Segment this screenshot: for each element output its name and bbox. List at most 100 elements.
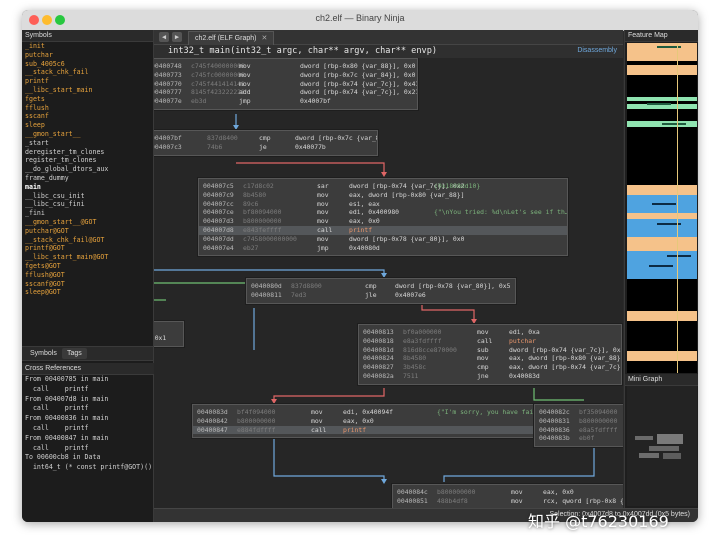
symbol-item[interactable]: frame_dummy	[22, 174, 153, 183]
forward-button[interactable]: ▶	[172, 32, 182, 42]
instruction-line[interactable]: 004007ce bf80094000 mov edi, 0x400980 {"\nYo…	[199, 208, 567, 217]
instruction-operands[interactable]: dword [rbp-0x80 {var_88}], 0x0	[300, 62, 415, 71]
symbol-item[interactable]: __libc_csu_fini	[22, 200, 153, 209]
symbols-list[interactable]: _init putchar sub_4005c6 __stack_chk_fail pr…	[22, 42, 153, 342]
tab-symbols[interactable]: Symbols	[25, 348, 62, 359]
instruction-line[interactable]: 004007c3 74b6 je 0x40077b	[154, 143, 377, 152]
instruction-line[interactable]: 004007bf 837d8400 cmp dword [rbp-0x7c {var_…	[154, 134, 377, 143]
instruction-line[interactable]: 0040080d 837d8800 cmp dword [rbp-0x78 {var_…	[247, 282, 515, 291]
instruction-operands[interactable]: putchar	[509, 337, 536, 346]
basic-block-b7[interactable]: 0040082cbf35094000movedi, 0x400935004008…	[534, 404, 623, 448]
symbol-item[interactable]: register_tm_clones	[22, 156, 153, 165]
tab-ch2-elf-graph[interactable]: ch2.elf (ELF Graph) ✕	[188, 31, 275, 45]
basic-block-b5[interactable]: 00400813 bf0a000000 mov edi, 0xa 00400818 e8a…	[358, 324, 622, 385]
symbol-item[interactable]: _fini	[22, 209, 153, 218]
instruction-line[interactable]: 0040082a 7511 jne 0x40083d	[359, 372, 621, 381]
instruction-operands[interactable]: edi, 0x40094f	[343, 408, 393, 417]
instruction-line[interactable]: 004007d3 b800000000 mov eax, 0x0	[199, 217, 567, 226]
symbol-item[interactable]: _start	[22, 139, 153, 148]
instruction-operands[interactable]: dword [rbp-0x74 {var_7c}], 0x21223380	[300, 88, 417, 97]
xref-item[interactable]: To 00600cb8 in Data	[22, 453, 153, 463]
instruction-line[interactable]: 00400827 3b458c cmp eax, dword [rbp-0x74 {v…	[359, 363, 621, 372]
instruction-operands[interactable]: eax, 0x0	[543, 488, 574, 497]
symbol-item[interactable]: putchar	[22, 51, 153, 60]
basic-block-b3[interactable]: 004007c5 c17d8c02 sar dword [rbp-0x74 {var_…	[198, 178, 568, 257]
instruction-operands[interactable]: edi, 0x400980	[349, 208, 399, 217]
instruction-line[interactable]: 00400813 bf0a000000 mov edi, 0xa	[359, 328, 621, 337]
instruction-operands[interactable]: 0x4007bf	[300, 97, 331, 106]
instruction-operands[interactable]: rcx, qword [rbp-0x8 {var_10}]	[543, 497, 623, 506]
instruction-operands[interactable]: 0x40080d	[349, 244, 380, 253]
cross-references-list[interactable]: From 00400785 in main call printf From 00…	[22, 375, 153, 515]
instruction-line[interactable]: 00400780, 0x1	[154, 334, 183, 343]
xref-item[interactable]: call printf	[22, 385, 153, 395]
instruction-line[interactable]: 0040081d 816d8cce870000 sub dword [rbp-0x74…	[359, 346, 621, 355]
xref-item[interactable]: From 00400836 in main	[22, 414, 153, 424]
instruction-operands[interactable]: printf	[343, 426, 366, 435]
instruction-operands[interactable]: printf	[349, 226, 372, 235]
xref-item[interactable]: From 004007d8 in main	[22, 395, 153, 405]
xref-item[interactable]: call printf	[22, 444, 153, 454]
instruction-line[interactable]: 00400847 e884fdffff call printf	[193, 425, 533, 435]
symbol-item[interactable]: __do_global_dtors_aux	[22, 165, 153, 174]
graph-view[interactable]: 00400748 c745f400000000 mov dword [rbp-0x80…	[154, 58, 623, 508]
mini-graph[interactable]	[627, 386, 697, 506]
symbol-item[interactable]: printf	[22, 77, 153, 86]
instruction-operands[interactable]: esi, eax	[349, 200, 380, 209]
symbol-item[interactable]: fflush@GOT	[22, 271, 153, 280]
instruction-line[interactable]: 00400777 8145f423222221 add dword [rbp-0x74…	[154, 88, 417, 97]
instruction-line[interactable]: 0040077e eb3d jmp 0x4007bf	[154, 97, 417, 106]
symbol-item[interactable]: __libc_start_main@GOT	[22, 253, 153, 262]
basic-block-b2[interactable]: 004007bf 837d8400 cmp dword [rbp-0x7c {var_…	[154, 130, 378, 156]
symbol-item[interactable]: sleep	[22, 121, 153, 130]
instruction-operands[interactable]: dword [rbp-0x7c {var_84}], 0x0	[295, 134, 377, 143]
instruction-line[interactable]: 00400773 c745fc00000000 mov dword [rbp-0x7c…	[154, 71, 417, 80]
instruction-line[interactable]: 00400748 c745f400000000 mov dword [rbp-0x80…	[154, 62, 417, 71]
symbol-item[interactable]: deregister_tm_clones	[22, 148, 153, 157]
instruction-operands[interactable]: eax, dword [rbp-0x74 {var_7c}]	[509, 363, 621, 372]
symbol-item[interactable]: __gmon_start__@GOT	[22, 218, 153, 227]
instruction-operands[interactable]: dword [rbp-0x7c {var_84}], 0x0	[300, 71, 415, 80]
symbol-item[interactable]: fgets	[22, 95, 153, 104]
instruction-line[interactable]: 00400770 c745f441414141 mov dword [rbp-0x74…	[154, 80, 417, 89]
symbol-item[interactable]: fgets@GOT	[22, 262, 153, 271]
symbol-item[interactable]: __stack_chk_fail	[22, 68, 153, 77]
basic-block-b8[interactable]: 0040084c b800000000 mov eax, 0x0 00400851 488…	[392, 484, 623, 508]
feature-map[interactable]	[627, 43, 697, 373]
instruction-line[interactable]: 00400818 e8a3fdffff call putchar	[359, 337, 621, 346]
basic-block-b6[interactable]: 0040083d bf4f094000 mov edi, 0x40094f {"I'm …	[192, 404, 534, 439]
instruction-line[interactable]: 00400824 8b4580 mov eax, dword [rbp-0x80 {v…	[359, 354, 621, 363]
instruction-operands[interactable]: dword [rbp-0x78 {var_80}], 0x0	[349, 235, 464, 244]
xref-item[interactable]: call printf	[22, 404, 153, 414]
symbol-item[interactable]: fflush	[22, 104, 153, 113]
instruction-operands[interactable]: dword [rbp-0x74 {var_7c}], 0x41414141	[300, 80, 417, 89]
basic-block-b1[interactable]: 00400748 c745f400000000 mov dword [rbp-0x80…	[154, 58, 418, 110]
instruction-operands[interactable]: 0x4007e6	[395, 291, 426, 300]
instruction-operands[interactable]: , 0x1	[154, 334, 166, 343]
symbol-item[interactable]: putchar@GOT	[22, 227, 153, 236]
basic-block-b9[interactable]: 0040077b00400780, 0x1	[154, 321, 184, 347]
instruction-line[interactable]: 0040083d bf4f094000 mov edi, 0x40094f {"I'm …	[193, 408, 533, 417]
instruction-operands[interactable]: eax, dword [rbp-0x80 {var_88}]	[349, 191, 464, 200]
instruction-line[interactable]: 004007e4 eb27 jmp 0x40080d	[199, 244, 567, 253]
instruction-line[interactable]: 0040083beb0fjmp0x40084c	[535, 434, 623, 443]
xref-item[interactable]: call printf	[22, 424, 153, 434]
instruction-line[interactable]: 004007d8 e843feffff call printf	[199, 225, 567, 235]
basic-block-b4[interactable]: 0040080d 837d8800 cmp dword [rbp-0x78 {var_…	[246, 278, 516, 304]
instruction-line[interactable]: 00400842 b800000000 mov eax, 0x0	[193, 417, 533, 426]
symbol-item[interactable]: main	[22, 183, 153, 192]
symbol-item[interactable]: __libc_csu_init	[22, 192, 153, 201]
instruction-line[interactable]: 004007c5 c17d8c02 sar dword [rbp-0x74 {var_…	[199, 182, 567, 191]
instruction-operands[interactable]: 0x40083d	[509, 372, 540, 381]
symbol-item[interactable]: __libc_start_main	[22, 86, 153, 95]
symbol-item[interactable]: _init	[22, 42, 153, 51]
instruction-operands[interactable]: edi, 0xa	[509, 328, 540, 337]
instruction-operands[interactable]: 0x40077b	[295, 143, 326, 152]
tab-tags[interactable]: Tags	[62, 348, 87, 359]
close-tab-icon[interactable]: ✕	[261, 35, 267, 42]
instruction-operands[interactable]: eax, 0x0	[349, 217, 380, 226]
symbol-item[interactable]: sleep@GOT	[22, 288, 153, 297]
xref-item[interactable]: From 00400847 in main	[22, 434, 153, 444]
symbol-item[interactable]: __stack_chk_fail@GOT	[22, 236, 153, 245]
symbol-item[interactable]: sscanf	[22, 112, 153, 121]
